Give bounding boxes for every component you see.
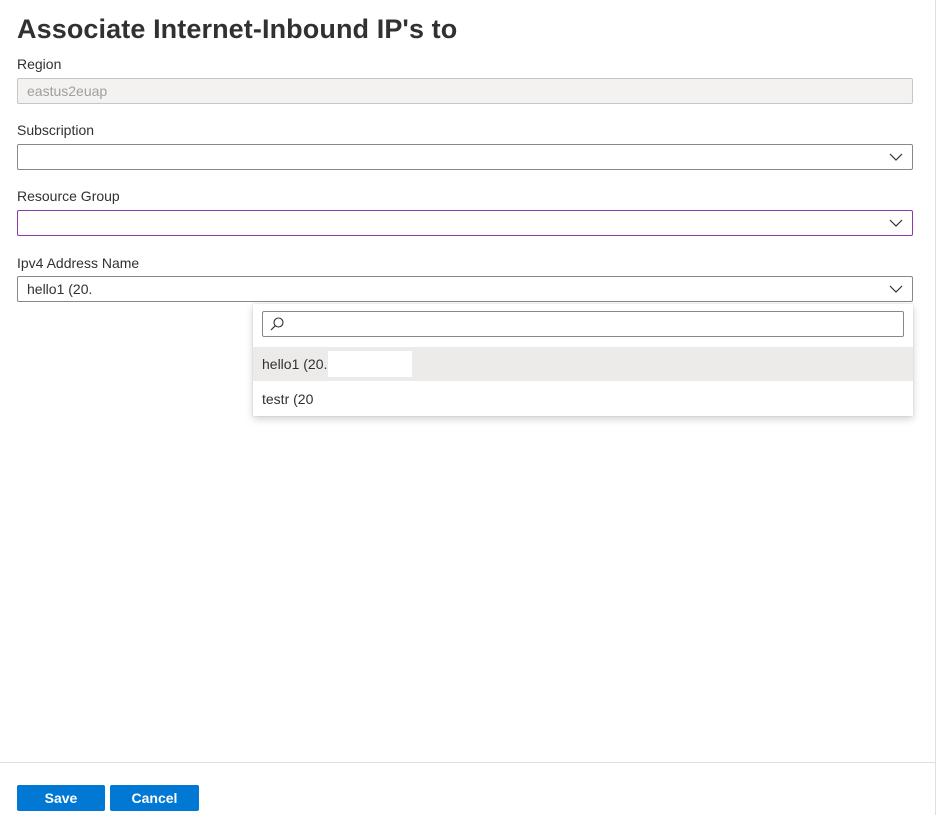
dropdown-option-hello1[interactable]: hello1 (20. bbox=[253, 347, 913, 381]
region-field: eastus2euap bbox=[17, 78, 913, 104]
dropdown-option-testr[interactable]: testr (20 bbox=[253, 382, 913, 416]
cancel-button[interactable]: Cancel bbox=[110, 785, 199, 811]
chevron-down-icon bbox=[889, 153, 903, 161]
ipv4-dropdown-menu: hello1 (20. testr (20 bbox=[253, 304, 913, 416]
subscription-label: Subscription bbox=[17, 122, 95, 138]
ipv4-label: Ipv4 Address Name bbox=[17, 255, 140, 271]
resource-group-label: Resource Group bbox=[17, 188, 120, 204]
subscription-dropdown[interactable] bbox=[17, 144, 913, 170]
dropdown-search-box[interactable] bbox=[262, 311, 904, 337]
search-icon bbox=[270, 317, 284, 331]
option-label: hello1 (20. bbox=[262, 356, 328, 372]
region-label: Region bbox=[17, 56, 62, 72]
save-button[interactable]: Save bbox=[17, 785, 105, 811]
chevron-down-icon bbox=[889, 219, 903, 227]
region-value: eastus2euap bbox=[27, 83, 108, 99]
resource-group-dropdown[interactable] bbox=[17, 210, 913, 236]
footer-divider bbox=[0, 762, 935, 763]
ipv4-dropdown[interactable]: hello1 (20. bbox=[17, 276, 913, 302]
dropdown-search-input[interactable] bbox=[289, 314, 893, 334]
redacted-block bbox=[328, 351, 412, 377]
page-title: Associate Internet-Inbound IP's to bbox=[17, 14, 458, 44]
option-label: testr (20 bbox=[262, 391, 314, 407]
associate-ip-panel: Associate Internet-Inbound IP's to Regio… bbox=[0, 0, 936, 815]
chevron-down-icon bbox=[889, 285, 903, 293]
ipv4-value: hello1 (20. bbox=[27, 281, 93, 297]
